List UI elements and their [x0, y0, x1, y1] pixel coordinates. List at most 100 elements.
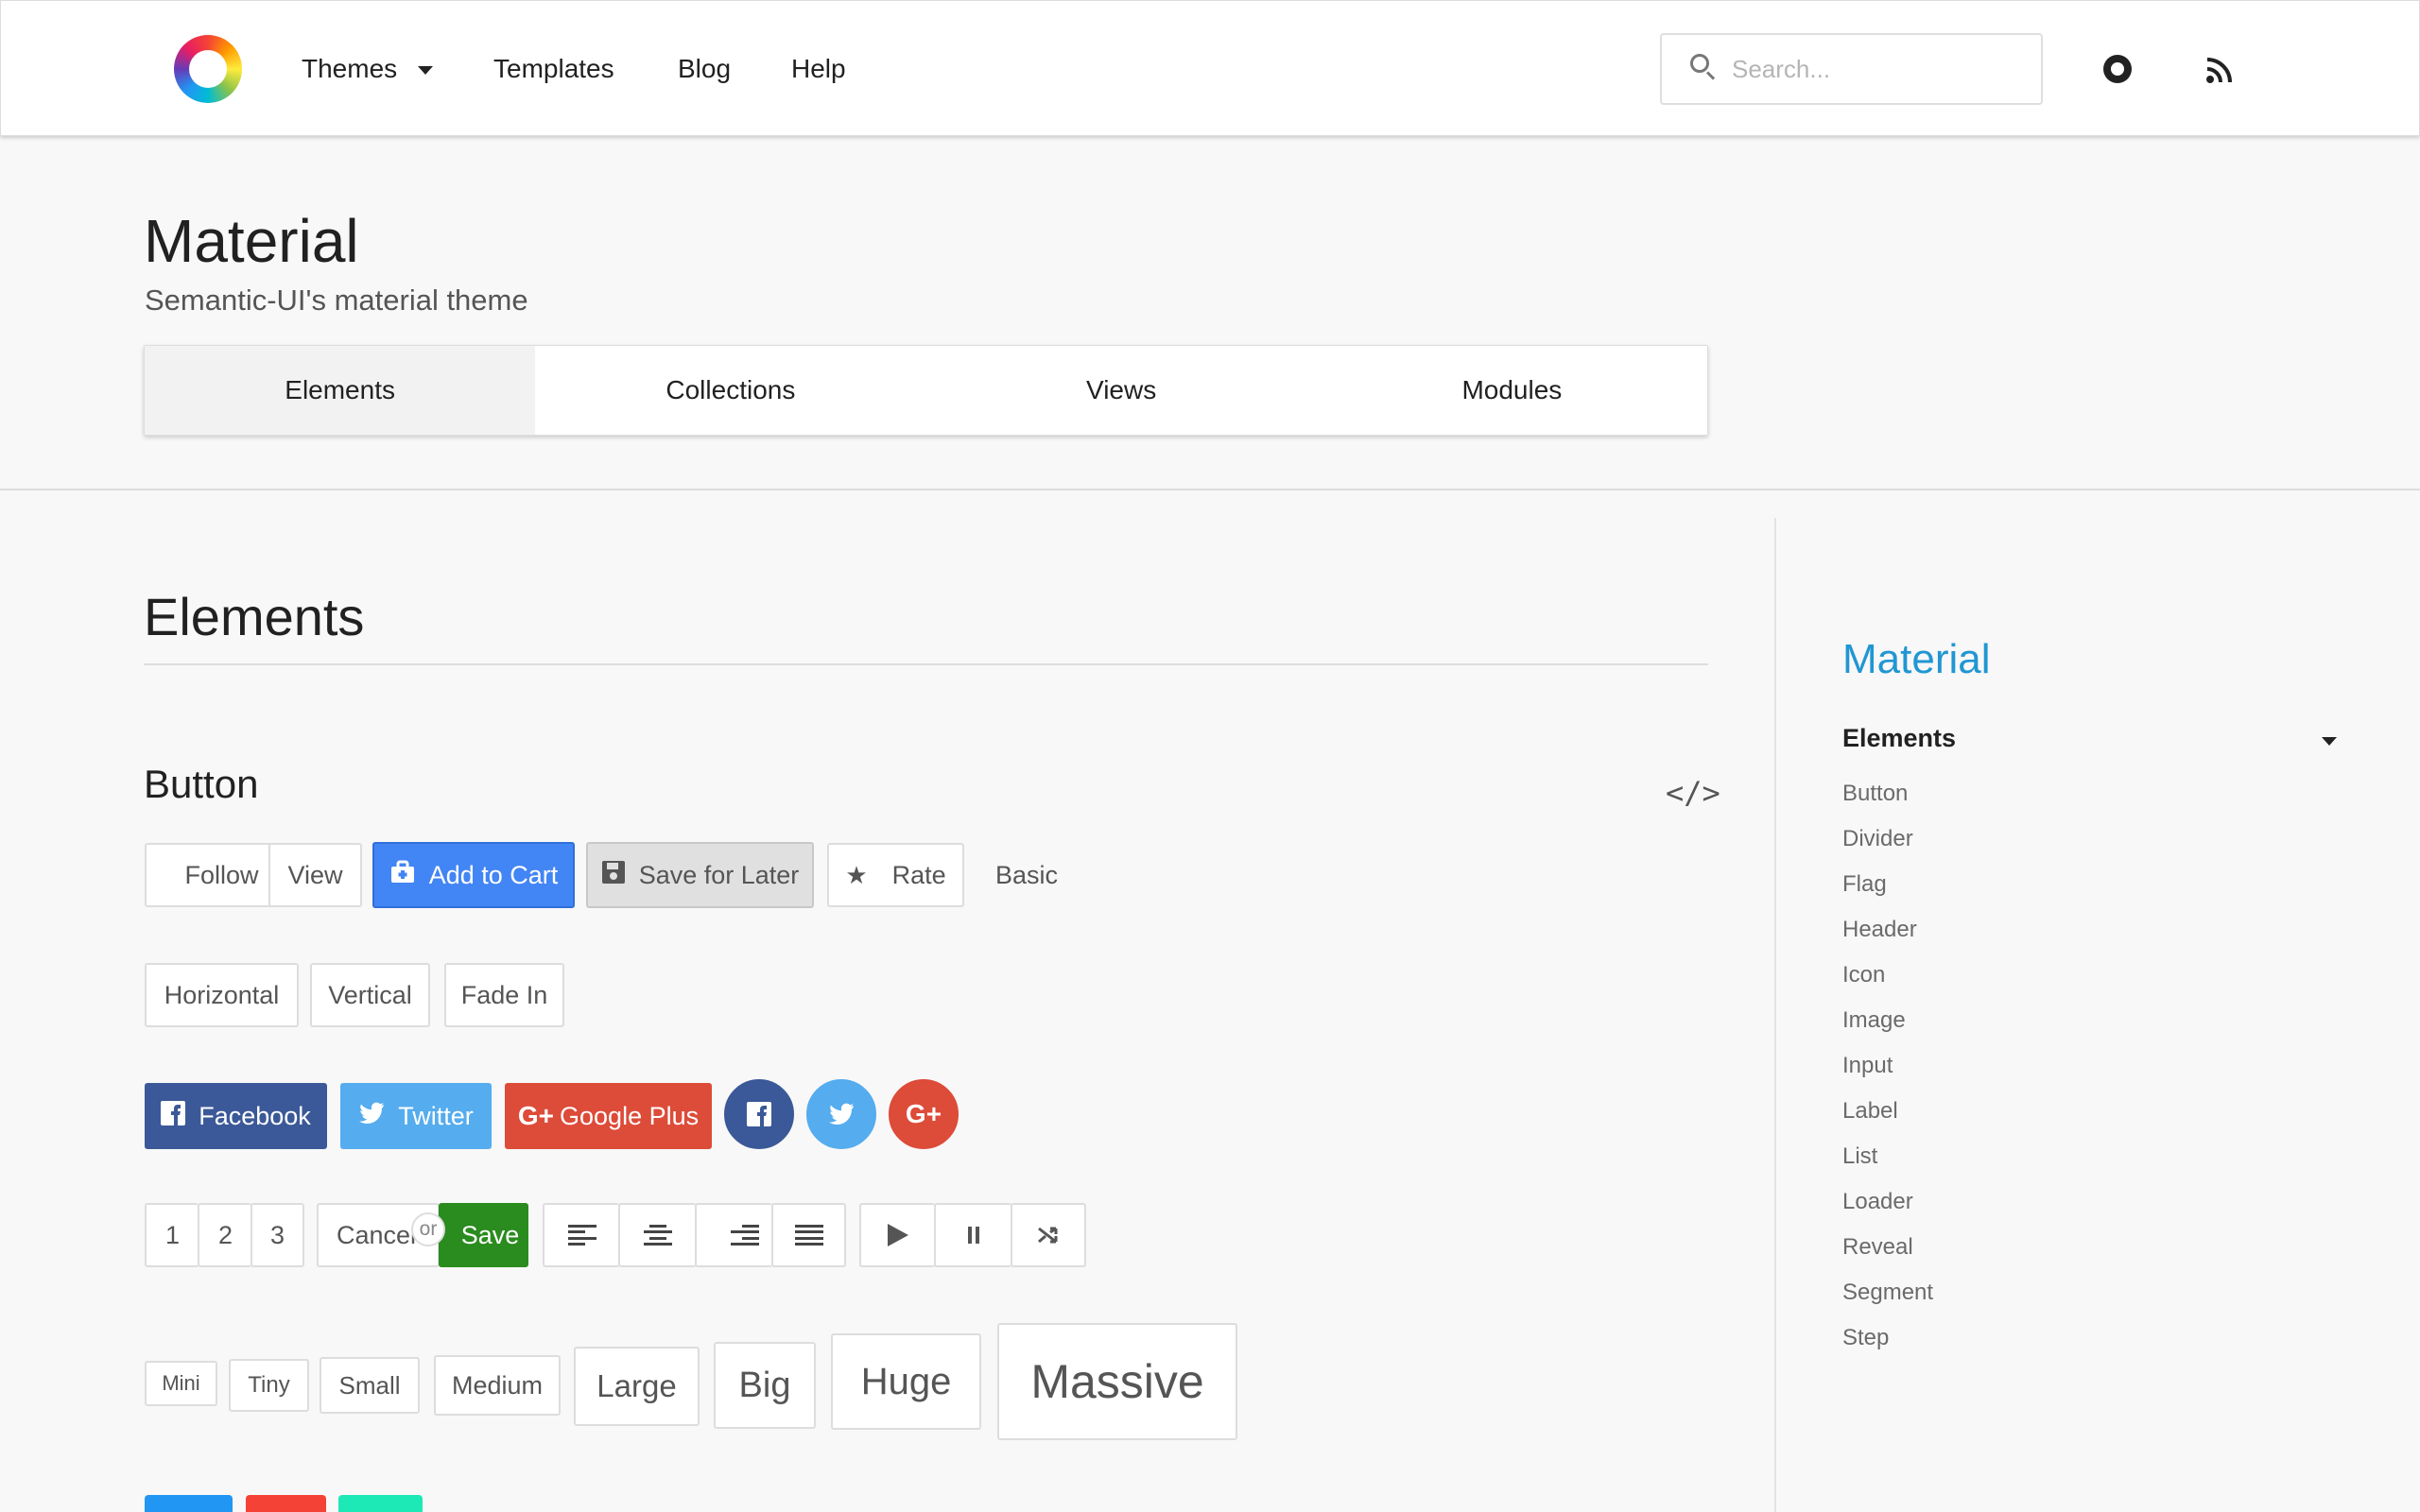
big-button[interactable]: Big	[714, 1342, 816, 1429]
search-icon	[1690, 54, 1709, 73]
sidebar-title[interactable]: Material	[1842, 636, 1991, 683]
view-button[interactable]: View	[268, 843, 362, 907]
sidebar-item-loader[interactable]: Loader	[1842, 1185, 1933, 1230]
google-plus-icon: G+	[905, 1099, 942, 1128]
cart-icon	[389, 860, 416, 891]
page-3-button[interactable]: 3	[251, 1203, 304, 1267]
sidebar-elements-list: Button Divider Flag Header Icon Image In…	[1842, 777, 1933, 1366]
nav-blog[interactable]: Blog	[678, 48, 731, 90]
sidebar-item-image[interactable]: Image	[1842, 1004, 1933, 1049]
twitter-icon	[358, 1102, 385, 1131]
nav-themes[interactable]: Themes	[302, 48, 434, 90]
align-left-button[interactable]	[543, 1203, 619, 1267]
shuffle-button[interactable]	[1011, 1203, 1086, 1267]
caret-down-icon	[418, 66, 434, 76]
align-center-button[interactable]	[618, 1203, 696, 1267]
google-plus-button[interactable]: G+ Google Plus	[505, 1083, 712, 1149]
caret-down-icon[interactable]	[2322, 737, 2337, 746]
twitter-circle-button[interactable]	[806, 1079, 876, 1149]
sidebar-item-header[interactable]: Header	[1842, 913, 1933, 958]
semantic-logo-icon[interactable]	[174, 35, 242, 103]
page-subtitle: Semantic-UI's material theme	[145, 284, 528, 317]
twitter-icon	[829, 1103, 854, 1125]
facebook-icon	[161, 1100, 186, 1132]
top-navbar: Themes Templates Blog Help	[0, 0, 2420, 136]
rate-label: Rate	[891, 860, 946, 889]
sidebar-item-reveal[interactable]: Reveal	[1842, 1230, 1933, 1276]
sidebar-section-elements[interactable]: Elements	[1842, 724, 1956, 753]
massive-button[interactable]: Massive	[997, 1323, 1237, 1440]
red-color-button[interactable]	[246, 1495, 326, 1512]
save-for-later-button[interactable]: Save for Later	[586, 842, 814, 908]
align-right-icon	[731, 1225, 759, 1246]
align-justify-icon	[794, 1225, 823, 1246]
tab-elements[interactable]: Elements	[145, 346, 536, 435]
nav-help[interactable]: Help	[791, 48, 846, 90]
sidebar-divider	[1774, 518, 1776, 1512]
rss-icon[interactable]	[2205, 56, 2234, 84]
tab-collections[interactable]: Collections	[535, 346, 925, 435]
small-button[interactable]: Small	[320, 1357, 420, 1414]
align-right-button[interactable]	[695, 1203, 772, 1267]
nav-themes-label: Themes	[302, 54, 398, 83]
facebook-icon	[747, 1102, 771, 1126]
large-button[interactable]: Large	[574, 1347, 700, 1426]
sidebar-item-input[interactable]: Input	[1842, 1049, 1933, 1094]
save-for-later-label: Save for Later	[638, 860, 800, 889]
tab-views[interactable]: Views	[926, 346, 1317, 435]
google-plus-icon: G+	[517, 1101, 555, 1130]
play-button[interactable]	[859, 1203, 935, 1267]
facebook-circle-button[interactable]	[724, 1079, 794, 1149]
google-plus-circle-button[interactable]: G+	[889, 1079, 959, 1149]
play-icon	[888, 1224, 908, 1246]
basic-button[interactable]: Basic	[983, 843, 1070, 907]
horizontal-animated-button[interactable]: Horizontal	[145, 963, 299, 1027]
page-2-button[interactable]: 2	[198, 1203, 251, 1267]
align-left-icon	[567, 1225, 596, 1246]
vertical-animated-button[interactable]: Vertical	[310, 963, 430, 1027]
medium-button[interactable]: Medium	[434, 1355, 561, 1416]
save-button[interactable]: Save	[439, 1203, 528, 1267]
add-to-cart-button[interactable]: Add to Cart	[372, 842, 575, 908]
page-title: Material	[144, 207, 359, 275]
sidebar-item-step[interactable]: Step	[1842, 1321, 1933, 1366]
search-input[interactable]	[1732, 48, 2015, 90]
button-heading: Button	[144, 762, 259, 806]
sidebar-item-divider[interactable]: Divider	[1842, 822, 1933, 868]
tiny-button[interactable]: Tiny	[229, 1359, 309, 1412]
twitter-button[interactable]: Twitter	[340, 1083, 492, 1149]
code-icon[interactable]: </>	[1666, 775, 1720, 811]
twitter-label: Twitter	[398, 1101, 474, 1130]
mini-button[interactable]: Mini	[145, 1361, 217, 1406]
github-icon[interactable]	[2103, 55, 2132, 83]
tab-modules[interactable]: Modules	[1317, 346, 1707, 435]
category-tabs: Elements Collections Views Modules	[144, 345, 1708, 436]
align-center-icon	[644, 1225, 672, 1246]
shuffle-icon	[1038, 1227, 1058, 1244]
justify-button[interactable]	[771, 1203, 846, 1267]
floppy-disk-icon	[601, 860, 626, 891]
sidebar-item-button[interactable]: Button	[1842, 777, 1933, 822]
section-divider	[144, 663, 1708, 665]
star-icon: ★	[845, 860, 868, 889]
facebook-label: Facebook	[199, 1101, 311, 1130]
pause-icon	[968, 1227, 979, 1244]
blue-color-button[interactable]	[145, 1495, 233, 1512]
sidebar-item-label[interactable]: Label	[1842, 1094, 1933, 1140]
sidebar-item-icon[interactable]: Icon	[1842, 958, 1933, 1004]
sidebar-item-list[interactable]: List	[1842, 1140, 1933, 1185]
fade-in-button[interactable]: Fade In	[444, 963, 564, 1027]
search-box	[1660, 33, 2043, 105]
or-divider: or	[411, 1212, 445, 1246]
sidebar-item-flag[interactable]: Flag	[1842, 868, 1933, 913]
huge-button[interactable]: Huge	[831, 1333, 981, 1430]
sidebar-item-segment[interactable]: Segment	[1842, 1276, 1933, 1321]
facebook-button[interactable]: Facebook	[145, 1083, 327, 1149]
rate-button[interactable]: ★ Rate	[827, 843, 964, 907]
add-to-cart-label: Add to Cart	[428, 860, 559, 889]
teal-color-button[interactable]	[338, 1495, 423, 1512]
pause-button[interactable]	[934, 1203, 1011, 1267]
nav-templates[interactable]: Templates	[493, 48, 614, 90]
section-title: Elements	[144, 587, 365, 646]
page-1-button[interactable]: 1	[145, 1203, 199, 1267]
